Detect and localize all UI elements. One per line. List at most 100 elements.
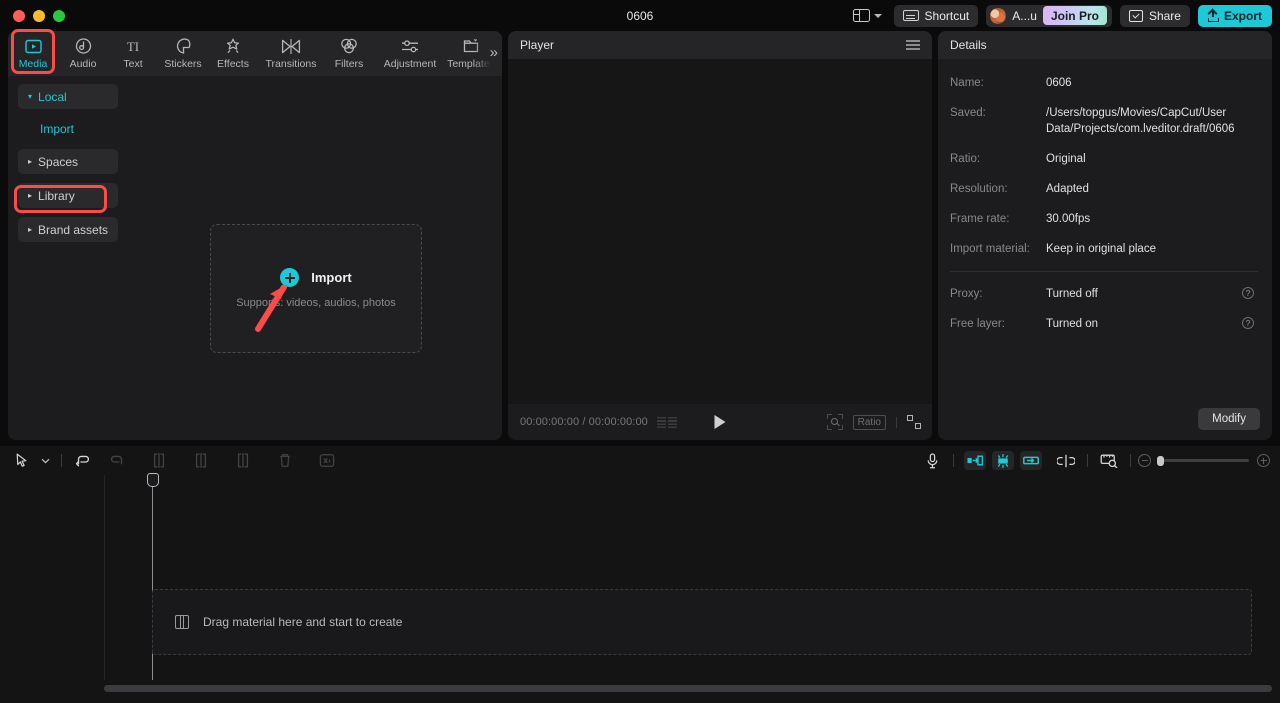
filters-icon [340, 38, 358, 55]
tab-effects[interactable]: Effects [208, 33, 258, 74]
timeline-dropzone[interactable]: Drag material here and start to create [152, 589, 1252, 655]
trim-right-icon[interactable] [229, 450, 257, 472]
nav-tab-bar: Media Audio TI Text Stickers Effects Tra… [8, 31, 502, 76]
modify-button[interactable]: Modify [1198, 408, 1260, 430]
media-content-area: Import Supports: videos, audios, photos [128, 76, 502, 440]
retouch-icon[interactable] [1020, 451, 1042, 470]
zoom-fit-icon[interactable] [826, 414, 843, 430]
minimize-window-button[interactable] [33, 9, 45, 22]
share-icon [1128, 9, 1143, 22]
divider [1130, 454, 1131, 467]
player-title: Player [520, 38, 555, 52]
detail-key: Free layer: [950, 318, 1005, 330]
maximize-window-button[interactable] [53, 9, 65, 22]
zoom-out-icon[interactable] [1138, 454, 1151, 467]
detail-row-proxy: Proxy: Turned off ? [950, 286, 1258, 302]
playhead-handle[interactable] [146, 473, 159, 487]
tab-templates[interactable]: Templates [446, 33, 496, 74]
share-label: Share [1148, 8, 1181, 23]
split-icon[interactable] [145, 450, 173, 472]
import-label: Import [311, 270, 352, 285]
undo-icon[interactable] [69, 450, 97, 472]
timeline-body[interactable]: Drag material here and start to create [0, 473, 1280, 680]
svg-text:TI: TI [127, 39, 139, 54]
shortcut-button[interactable]: Shortcut [893, 4, 979, 27]
sidebar-item-import[interactable]: Import [18, 118, 118, 140]
player-header: Player [508, 31, 932, 59]
nav-overflow-button[interactable]: » [490, 44, 498, 61]
delete-icon[interactable] [271, 450, 299, 472]
detail-row-resolution: Resolution: Adapted [950, 181, 1258, 197]
fullscreen-icon[interactable] [907, 415, 921, 429]
trim-left-icon[interactable] [187, 450, 215, 472]
zoom-in-icon[interactable] [1257, 454, 1270, 467]
tab-audio-label: Audio [69, 57, 97, 70]
help-icon[interactable]: ? [1242, 317, 1254, 329]
media-panel: Media Audio TI Text Stickers Effects Tra… [8, 31, 502, 440]
select-arrow-icon[interactable] [8, 450, 36, 472]
chevron-down-icon[interactable] [36, 450, 54, 472]
detail-row-name: Name: 0606 [950, 75, 1258, 91]
mute-icon[interactable] [313, 450, 341, 472]
scrollbar-thumb[interactable] [104, 685, 1272, 692]
zoom-slider-knob[interactable] [1157, 455, 1164, 466]
share-button[interactable]: Share [1119, 4, 1190, 27]
auto-highlight-icon[interactable] [992, 451, 1014, 470]
import-dropzone[interactable]: Import Supports: videos, audios, photos [210, 224, 422, 353]
detail-row-ratio: Ratio: Original [950, 151, 1258, 167]
tab-audio[interactable]: Audio [58, 33, 108, 74]
adjustment-icon [400, 38, 420, 55]
player-stage[interactable] [508, 59, 932, 404]
tab-filters[interactable]: Filters [324, 33, 374, 74]
timecode-format-icon[interactable] [656, 416, 677, 428]
hamburger-icon[interactable] [906, 40, 920, 50]
keyframe-icon[interactable] [1052, 450, 1080, 472]
divider [61, 454, 62, 467]
stickers-icon [175, 38, 192, 55]
layout-icon [852, 9, 870, 22]
help-icon[interactable]: ? [1242, 287, 1254, 299]
keyboard-icon [902, 10, 919, 21]
snap-ruler-icon[interactable] [1095, 450, 1123, 472]
ratio-button[interactable]: Ratio [852, 414, 886, 430]
detail-value: Adapted [1046, 183, 1089, 195]
tab-filters-label: Filters [334, 57, 364, 70]
sidebar-item-library[interactable]: ▸ Library [18, 183, 118, 208]
chevron-down-icon: ▾ [28, 91, 33, 101]
tab-media[interactable]: Media [8, 33, 58, 74]
tab-adjustment[interactable]: Adjustment [374, 33, 446, 74]
join-pro-button[interactable]: Join Pro [1042, 6, 1107, 25]
close-window-button[interactable] [13, 9, 25, 22]
chevron-down-icon [873, 13, 882, 18]
chevron-right-icon: ▸ [28, 224, 33, 234]
sidebar-item-brand-assets[interactable]: ▸ Brand assets [18, 217, 118, 242]
tab-transitions[interactable]: Transitions [258, 33, 324, 74]
sidebar-item-local[interactable]: ▾ Local [18, 84, 118, 109]
shortcut-label: Shortcut [924, 8, 970, 23]
account-name: A...u [1012, 8, 1037, 23]
divider [1087, 454, 1088, 467]
tab-stickers[interactable]: Stickers [158, 33, 208, 74]
tab-text[interactable]: TI Text [108, 33, 158, 74]
detail-key: Proxy: [950, 288, 983, 300]
detail-key: Resolution: [950, 183, 1008, 195]
tab-text-label: Text [123, 57, 143, 70]
timeline-ruler[interactable] [0, 475, 1280, 491]
auto-caption-icon[interactable] [964, 451, 986, 470]
export-button[interactable]: Export [1197, 4, 1272, 27]
play-icon[interactable] [714, 415, 726, 429]
window-controls [13, 9, 65, 22]
layout-switcher-button[interactable] [849, 6, 886, 25]
zoom-slider[interactable] [1157, 455, 1249, 466]
player-timecode: 00:00:00:00 / 00:00:00:00 [520, 416, 648, 428]
account-button[interactable]: A...u Join Pro [986, 4, 1112, 27]
horizontal-scrollbar[interactable] [104, 685, 1272, 692]
microphone-icon[interactable] [918, 450, 946, 472]
capcut-editor-window: 0606 Shortcut A...u Join Pro Share Expor… [0, 0, 1280, 703]
import-row: Import [280, 268, 352, 287]
media-icon [24, 38, 42, 55]
import-supports-text: Supports: videos, audios, photos [236, 297, 396, 309]
redo-icon[interactable] [103, 450, 131, 472]
detail-key: Name: [950, 77, 984, 89]
sidebar-item-spaces[interactable]: ▸ Spaces [18, 149, 118, 174]
